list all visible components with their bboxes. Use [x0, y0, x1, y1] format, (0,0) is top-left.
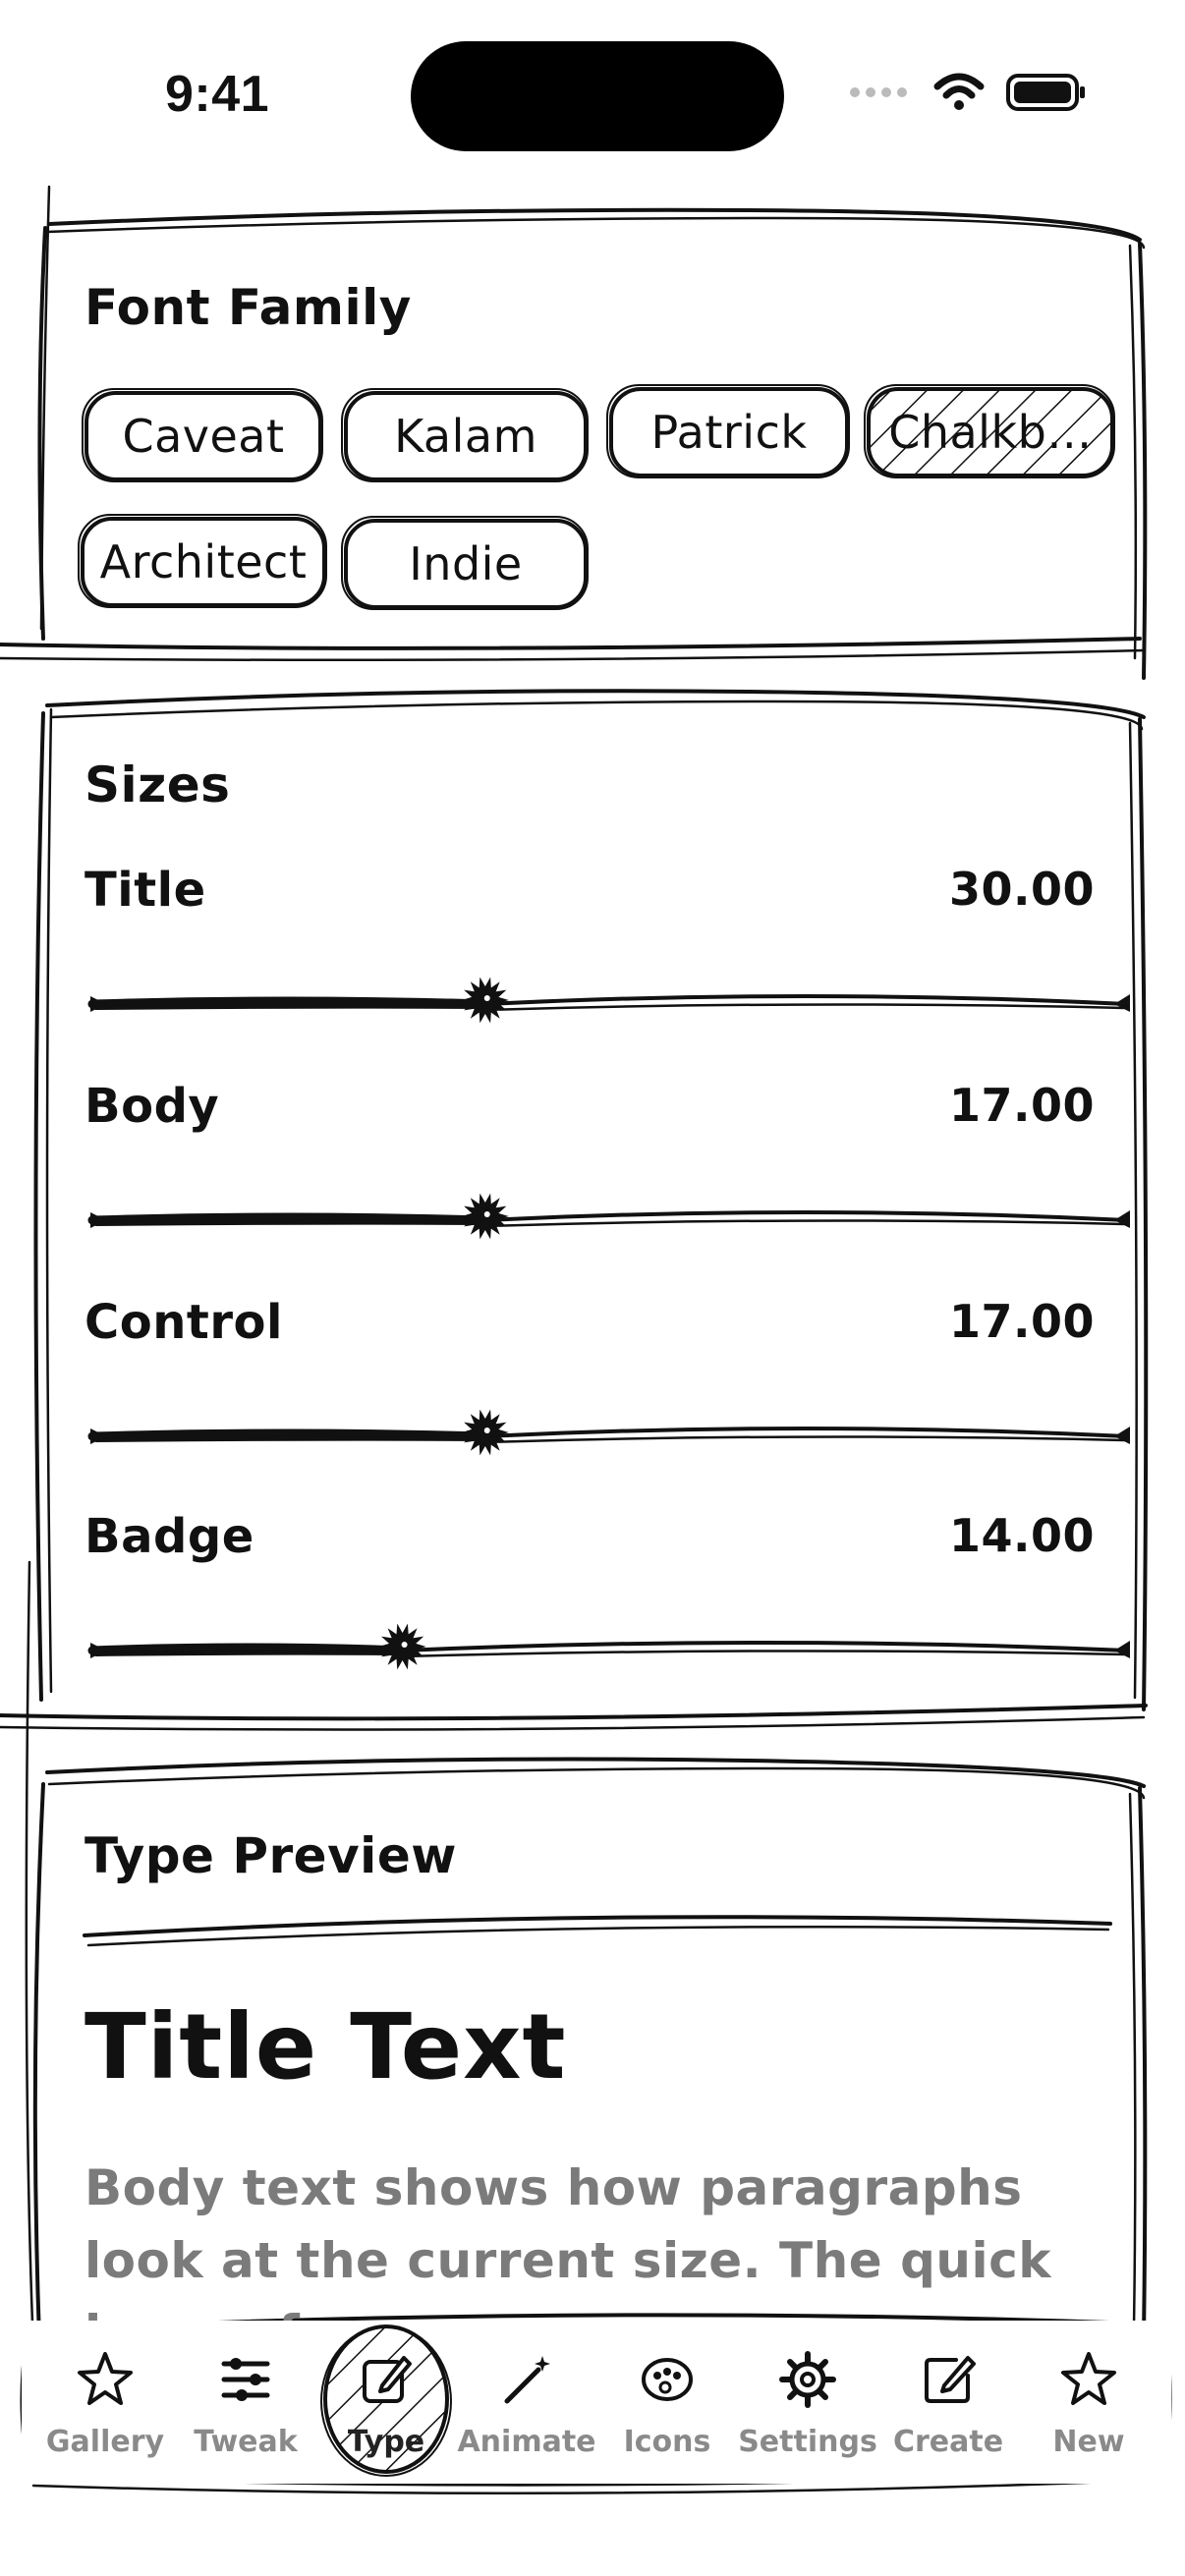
slider-track-filled-stroke	[94, 1436, 487, 1442]
size-value-badge: 14.00	[948, 1509, 1095, 1562]
slider-end-cap	[1114, 1641, 1130, 1658]
slider-track-filled	[87, 1428, 490, 1441]
tab-icons[interactable]: Icons	[603, 2321, 731, 2484]
slider-track-stroke	[483, 1003, 1128, 1012]
star-icon	[78, 2352, 133, 2405]
font-chip-chalkboard[interactable]: Chalkb…	[863, 381, 1118, 483]
font-chip-architect[interactable]: Architect	[77, 511, 330, 613]
tab-settings[interactable]: Settings	[738, 2321, 877, 2484]
size-value-control: 17.00	[948, 1295, 1095, 1348]
tab-gallery[interactable]: Gallery	[41, 2321, 169, 2484]
chip-label: Patrick	[650, 406, 808, 459]
screen: 9:41 Font Family Caveat Kalam Patrick Ch…	[0, 0, 1185, 2576]
tab-animate[interactable]: Animate	[457, 2321, 596, 2484]
preview-title-text: Title Text	[85, 1994, 567, 2100]
sizes-title: Sizes	[85, 756, 231, 813]
tab-new[interactable]: New	[1025, 2321, 1153, 2484]
slider-track-stroke	[401, 1650, 1128, 1658]
badge-size-slider[interactable]	[85, 1619, 1136, 1678]
status-icons	[849, 73, 1087, 112]
tab-label: New	[1052, 2425, 1125, 2459]
slider-track	[482, 1427, 1128, 1438]
control-size-slider[interactable]	[85, 1405, 1136, 1464]
slider-thumb-highlight	[401, 1642, 408, 1648]
tab-label: Type	[347, 2425, 425, 2459]
slider-graphic	[87, 1409, 1130, 1456]
chip-label: Caveat	[122, 410, 285, 463]
slider-track-filled-stroke	[94, 1220, 487, 1226]
gear-icon	[779, 2351, 836, 2408]
type-preview-title: Type Preview	[85, 1827, 457, 1884]
slider-track-filled-stroke	[94, 1004, 487, 1010]
slider-track	[482, 1210, 1128, 1222]
chip-label: Indie	[409, 537, 523, 590]
font-chip-indie[interactable]: Indie	[340, 513, 592, 615]
size-label-body: Body	[85, 1079, 220, 1134]
font-family-title: Font Family	[85, 279, 412, 336]
size-value-body: 17.00	[948, 1079, 1095, 1132]
chip-label: Architect	[99, 535, 308, 588]
wand-icon	[504, 2356, 550, 2404]
slider-end-cap	[1114, 1427, 1130, 1444]
sliders-icon	[221, 2358, 270, 2401]
wifi-icon	[933, 73, 985, 110]
slider-graphic	[87, 1193, 1130, 1240]
slider-graphic	[87, 977, 1130, 1024]
body-size-slider[interactable]	[85, 1189, 1136, 1248]
tab-create[interactable]: Create	[884, 2321, 1012, 2484]
slider-track-stroke	[483, 1435, 1128, 1444]
preview-body-text: Body text shows how paragraphs look at t…	[85, 2159, 1051, 2338]
size-label-badge: Badge	[85, 1509, 254, 1564]
palette-icon	[642, 2358, 693, 2401]
slider-track-filled-stroke	[94, 1651, 405, 1656]
font-chip-caveat[interactable]: Caveat	[81, 385, 326, 487]
dynamic-island	[411, 41, 784, 151]
tab-label: Gallery	[45, 2425, 165, 2459]
tab-label: Tweak	[194, 2425, 298, 2459]
size-value-title: 30.00	[948, 863, 1095, 916]
signal-icon	[850, 87, 907, 97]
slider-thumb-highlight	[483, 995, 490, 1001]
tab-label: Animate	[457, 2425, 596, 2459]
font-chip-patrick[interactable]: Patrick	[605, 381, 853, 483]
slider-track-stroke	[483, 1219, 1128, 1228]
tab-label: Create	[892, 2425, 1004, 2459]
tab-tweak[interactable]: Tweak	[182, 2321, 310, 2484]
slider-track	[482, 994, 1128, 1006]
slider-track-filled	[87, 1643, 408, 1655]
battery-icon	[1006, 74, 1085, 111]
edit-icon	[363, 2356, 412, 2403]
tab-label: Icons	[623, 2425, 711, 2459]
slider-thumb-highlight	[483, 1211, 490, 1217]
star-icon	[1061, 2352, 1116, 2405]
size-label-title: Title	[85, 863, 206, 918]
chip-label: Kalam	[394, 410, 537, 463]
slider-end-cap	[1114, 994, 1130, 1012]
status-time: 9:41	[165, 66, 270, 123]
slider-end-cap	[1114, 1210, 1130, 1228]
title-size-slider[interactable]	[85, 973, 1136, 1032]
slider-graphic	[87, 1623, 1130, 1670]
chip-label: Chalkb…	[888, 406, 1093, 459]
size-label-control: Control	[85, 1295, 283, 1350]
slider-track-filled	[87, 996, 490, 1009]
tab-label: Settings	[738, 2425, 877, 2459]
slider-track	[400, 1641, 1128, 1652]
tab-bar: Gallery Tweak Type Animate Icons Setting…	[22, 2321, 1171, 2484]
font-chip-kalam[interactable]: Kalam	[340, 385, 592, 487]
slider-track-filled	[87, 1212, 490, 1225]
slider-thumb-highlight	[483, 1428, 490, 1433]
tab-type[interactable]: Type	[320, 2321, 452, 2484]
compose-icon	[925, 2356, 976, 2403]
